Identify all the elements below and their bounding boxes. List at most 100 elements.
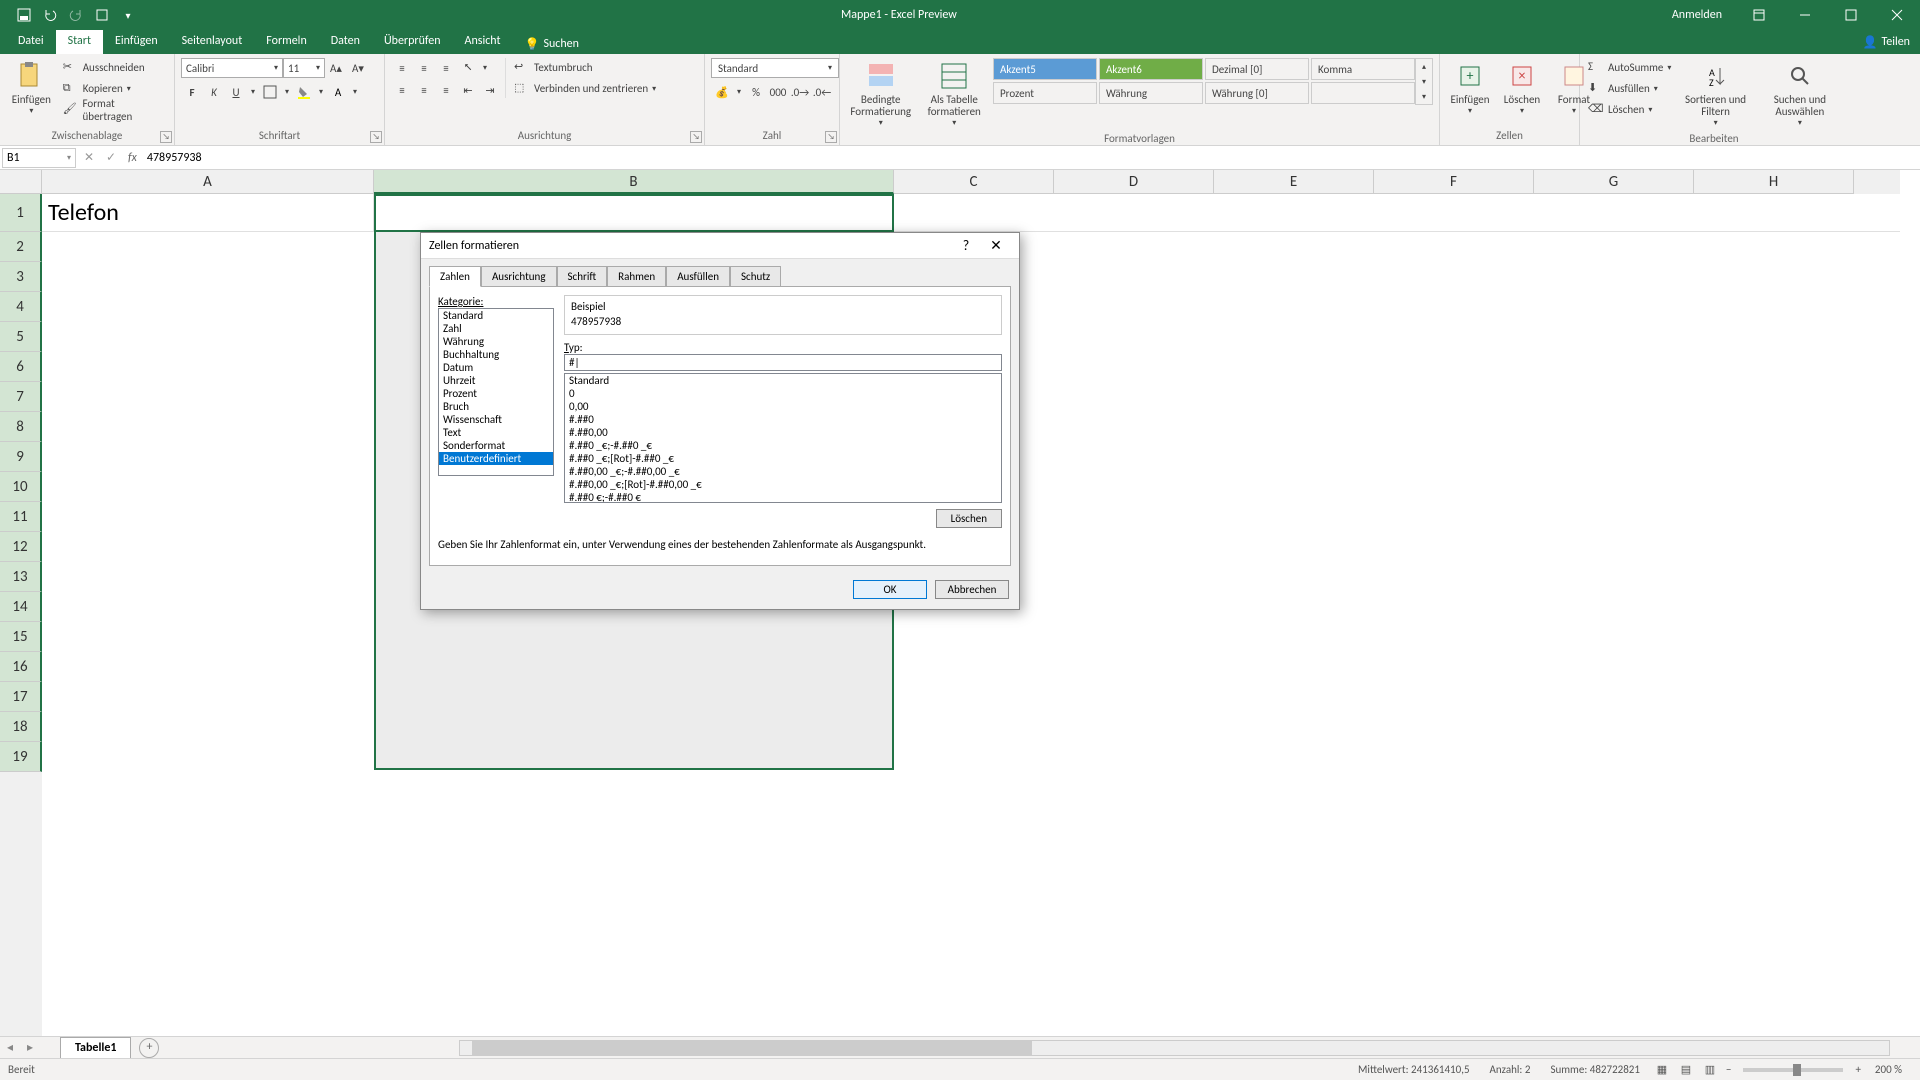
dialog-tab-alignment[interactable]: Ausrichtung xyxy=(481,266,557,287)
tab-review[interactable]: Überprüfen xyxy=(372,30,453,54)
row-header[interactable]: 15 xyxy=(0,622,42,652)
italic-button[interactable]: K xyxy=(203,82,225,102)
list-item[interactable]: Datum xyxy=(439,361,553,374)
row-header[interactable]: 10 xyxy=(0,472,42,502)
merge-center-button[interactable]: ⬚Verbinden und zentrieren ▾ xyxy=(512,79,658,98)
style-waehrung0[interactable]: Währung [0] xyxy=(1205,82,1309,104)
sort-filter-button[interactable]: AZSortieren und Filtern▾ xyxy=(1677,58,1753,130)
sheet-nav-next-icon[interactable]: ▸ xyxy=(20,1040,40,1055)
font-launcher-icon[interactable]: ↘ xyxy=(370,131,382,143)
list-item[interactable]: Währung xyxy=(439,335,553,348)
maximize-icon[interactable] xyxy=(1828,0,1874,30)
row-header[interactable]: 12 xyxy=(0,532,42,562)
conditional-formatting-button[interactable]: Bedingte Formatierung▾ xyxy=(846,58,915,130)
row-header[interactable]: 9 xyxy=(0,442,42,472)
page-break-view-icon[interactable]: ▥ xyxy=(1698,1061,1722,1079)
list-item[interactable]: #.##0,00 xyxy=(565,426,1001,439)
chevron-down-icon[interactable]: ▾ xyxy=(733,82,745,102)
row-header[interactable]: 13 xyxy=(0,562,42,592)
ribbon-options-icon[interactable] xyxy=(1736,0,1782,30)
increase-decimal-icon[interactable]: .0→ xyxy=(789,82,811,102)
accounting-format-icon[interactable]: 💰 xyxy=(711,82,733,102)
name-box[interactable]: B1▾ xyxy=(2,148,76,168)
sheet-tab[interactable]: Tabelle1 xyxy=(60,1037,131,1058)
paste-button[interactable]: Einfügen ▾ xyxy=(6,58,57,118)
col-header-b[interactable]: B xyxy=(374,170,894,194)
list-item[interactable]: #.##0 €;-#.##0 € xyxy=(565,491,1001,503)
cell-a1[interactable]: Telefon xyxy=(42,194,374,231)
insert-cells-button[interactable]: +Einfügen▾ xyxy=(1446,58,1494,118)
border-button[interactable] xyxy=(259,82,281,102)
col-header-g[interactable]: G xyxy=(1534,170,1694,194)
row-header[interactable]: 18 xyxy=(0,712,42,742)
align-middle-icon[interactable]: ≡ xyxy=(413,58,435,78)
save-icon[interactable] xyxy=(12,3,36,27)
format-list[interactable]: Standard 0 0,00 #.##0 #.##0,00 #.##0 _€;… xyxy=(564,373,1002,503)
fill-color-button[interactable] xyxy=(293,82,315,102)
style-waehrung[interactable]: Währung xyxy=(1099,82,1203,104)
ok-button[interactable]: OK xyxy=(853,580,927,599)
dialog-tab-font[interactable]: Schrift xyxy=(557,266,608,287)
list-item[interactable]: Wissenschaft xyxy=(439,413,553,426)
list-item[interactable]: Standard xyxy=(565,374,1001,387)
dialog-tab-border[interactable]: Rahmen xyxy=(607,266,666,287)
close-icon[interactable]: ✕ xyxy=(981,237,1011,254)
dialog-tab-fill[interactable]: Ausfüllen xyxy=(666,266,730,287)
decrease-decimal-icon[interactable]: .0← xyxy=(811,82,833,102)
format-painter-button[interactable]: 🖌Format übertragen xyxy=(61,100,168,119)
row-header[interactable]: 2 xyxy=(0,232,42,262)
align-left-icon[interactable]: ≡ xyxy=(391,80,413,100)
list-item[interactable]: Uhrzeit xyxy=(439,374,553,387)
new-sheet-button[interactable]: + xyxy=(139,1038,159,1058)
list-item[interactable]: Bruch xyxy=(439,400,553,413)
row-header[interactable]: 19 xyxy=(0,742,42,772)
number-format-select[interactable]: Standard▾ xyxy=(711,58,839,78)
list-item[interactable]: #.##0 xyxy=(565,413,1001,426)
chevron-down-icon[interactable]: ▾ xyxy=(349,82,361,102)
sheet-nav-prev-icon[interactable]: ◂ xyxy=(0,1040,20,1055)
styles-more-icon[interactable]: ▾ xyxy=(1416,89,1432,104)
cancel-button[interactable]: Abbrechen xyxy=(935,580,1009,599)
autosum-button[interactable]: ΣAutoSumme ▾ xyxy=(1586,58,1673,77)
list-item[interactable]: Buchhaltung xyxy=(439,348,553,361)
col-header-d[interactable]: D xyxy=(1054,170,1214,194)
tab-formulas[interactable]: Formeln xyxy=(254,30,318,54)
list-item[interactable]: Zahl xyxy=(439,322,553,335)
tab-file[interactable]: Datei xyxy=(6,30,56,54)
chevron-down-icon[interactable]: ▾ xyxy=(247,82,259,102)
category-list[interactable]: Standard Zahl Währung Buchhaltung Datum … xyxy=(438,308,554,476)
row-header[interactable]: 7 xyxy=(0,382,42,412)
undo-icon[interactable] xyxy=(38,3,62,27)
list-item[interactable]: Standard xyxy=(439,309,553,322)
horizontal-scrollbar[interactable] xyxy=(459,1040,1890,1056)
fx-icon[interactable]: fx xyxy=(122,151,143,165)
increase-indent-icon[interactable]: ⇥ xyxy=(479,80,501,100)
clipboard-launcher-icon[interactable]: ↘ xyxy=(160,131,172,143)
cancel-formula-icon[interactable]: ✕ xyxy=(78,150,100,165)
qat-customize-icon[interactable]: ▾ xyxy=(116,3,140,27)
comma-format-icon[interactable]: 000 xyxy=(767,82,789,102)
col-header-f[interactable]: F xyxy=(1374,170,1534,194)
bold-button[interactable]: F xyxy=(181,82,203,102)
list-item[interactable]: Prozent xyxy=(439,387,553,400)
row-header[interactable]: 17 xyxy=(0,682,42,712)
tab-start[interactable]: Start xyxy=(56,30,103,54)
chevron-down-icon[interactable]: ▾ xyxy=(281,82,293,102)
font-color-button[interactable]: A xyxy=(327,82,349,102)
style-dezimal[interactable]: Dezimal [0] xyxy=(1205,58,1309,80)
font-size-select[interactable]: 11▾ xyxy=(283,58,325,78)
percent-format-icon[interactable]: % xyxy=(745,82,767,102)
col-header-e[interactable]: E xyxy=(1214,170,1374,194)
tab-pagelayout[interactable]: Seitenlayout xyxy=(170,30,255,54)
zoom-in-icon[interactable]: + xyxy=(1851,1063,1864,1076)
redo-icon[interactable] xyxy=(64,3,88,27)
share-button[interactable]: 👤Teilen xyxy=(1853,30,1920,54)
zoom-level[interactable]: 200 % xyxy=(1865,1063,1912,1076)
row-header[interactable]: 8 xyxy=(0,412,42,442)
fill-button[interactable]: ⬇Ausfüllen ▾ xyxy=(1586,79,1673,98)
delete-format-button[interactable]: Löschen xyxy=(936,509,1002,528)
row-header[interactable]: 11 xyxy=(0,502,42,532)
increase-font-icon[interactable]: A▴ xyxy=(325,58,347,78)
align-right-icon[interactable]: ≡ xyxy=(435,80,457,100)
list-item[interactable]: 0 xyxy=(565,387,1001,400)
